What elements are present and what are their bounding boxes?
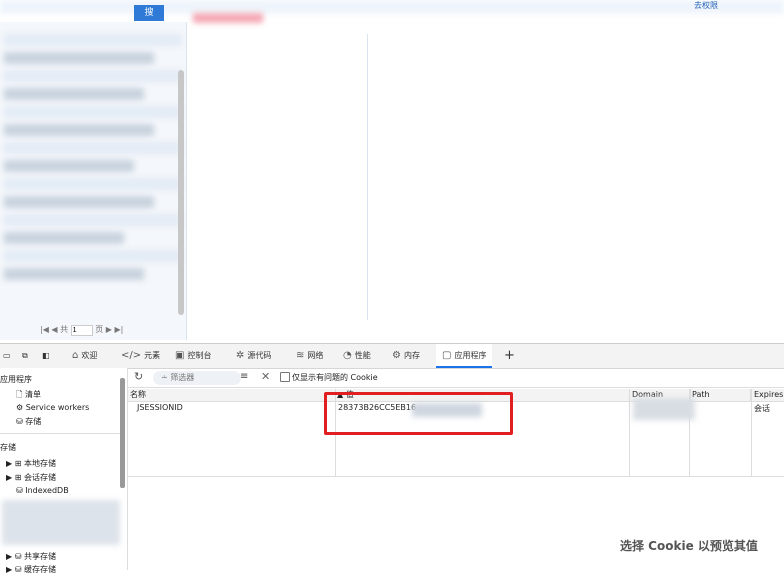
sidebar-divider xyxy=(0,433,120,434)
gear-icon: ⚙ xyxy=(16,403,26,412)
tab-memory[interactable]: ⚙ 内存 xyxy=(392,344,420,368)
home-icon: ⌂ xyxy=(72,350,79,361)
performance-icon: ◔ xyxy=(343,350,352,361)
sidebar-item-shared-storage[interactable]: ▶ ⛁ 共享存储 xyxy=(6,551,56,562)
devtools-toolbar: ▭ ⧉ ◧ ⌂ 欢迎 </> 元素 ▣ 控制台 ✲ 源代码 ≋ 网络 ◔ 性能 ⚙ 内存 ▢ 应… xyxy=(0,343,784,369)
database-icon: ⛁ xyxy=(14,552,24,561)
left-panel-scrollbar[interactable] xyxy=(178,70,184,315)
sidebar-scrollbar[interactable] xyxy=(120,378,125,488)
application-icon: ▢ xyxy=(442,350,452,361)
grid-icon: ⊞ xyxy=(14,459,24,468)
sidebar-item-manifest[interactable]: 🗋 清单 xyxy=(16,389,41,403)
tab-sources[interactable]: ✲ 源代码 xyxy=(236,344,271,368)
code-icon: </> xyxy=(121,350,142,361)
top-bar xyxy=(0,0,784,14)
sidebar-item-storage[interactable]: ⛁ 存储 xyxy=(16,416,41,427)
memory-icon: ⚙ xyxy=(392,350,401,361)
permission-link[interactable]: 去权限 xyxy=(694,0,718,11)
cookie-name-cell[interactable]: JSESSIONID xyxy=(137,403,183,412)
file-icon: 🗋 xyxy=(16,390,25,399)
grid-line xyxy=(629,389,630,476)
last-page-icon[interactable]: ▶| xyxy=(114,325,123,334)
first-page-icon[interactable]: |◀ xyxy=(40,325,49,334)
expand-icon: ▶ xyxy=(6,473,15,482)
device-icon[interactable]: ▭ xyxy=(3,344,11,368)
next-page-icon[interactable]: ▶ xyxy=(106,325,112,334)
web-page: 搜 去权限 |◀ ◀ 共 页 ▶ ▶| xyxy=(0,0,784,342)
dock-icon[interactable]: ◧ xyxy=(42,344,50,368)
cookie-filter-bar: ↻ ⩪ 筛选器 ≡ ✕ 仅显示有问题的 Cookie xyxy=(128,369,784,388)
tab-console[interactable]: ▣ 控制台 xyxy=(175,344,211,368)
bug-icon: ✲ xyxy=(236,350,245,361)
only-issues-checkbox[interactable] xyxy=(280,372,290,382)
sidebar-item-service-workers[interactable]: ⚙ Service workers xyxy=(16,403,89,412)
database-icon: ⛁ xyxy=(16,417,26,426)
preview-hint: 选择 Cookie 以预览其值 xyxy=(620,539,758,553)
inspect-icon[interactable]: ⧉ xyxy=(22,344,28,368)
sidebar-header-storage: 存储 xyxy=(0,443,16,452)
tab-network[interactable]: ≋ 网络 xyxy=(296,344,323,368)
pager-prefix: 共 xyxy=(60,325,69,334)
wifi-icon: ≋ xyxy=(296,350,305,361)
sidebar-item-local-storage[interactable]: ▶ ⊞ 本地存储 xyxy=(6,458,56,469)
expand-icon: ▶ xyxy=(6,552,15,561)
column-path[interactable]: Path xyxy=(690,389,751,401)
refresh-icon[interactable]: ↻ xyxy=(134,370,143,383)
clear-filtered-icon[interactable]: ≡ xyxy=(240,371,248,382)
column-expires[interactable]: Expires / ... xyxy=(752,389,784,401)
tab-application[interactable]: ▢ 应用程序 xyxy=(436,344,493,368)
blurred-rows xyxy=(0,22,186,292)
sidebar-header-application: 应用程序 xyxy=(0,375,32,384)
search-button[interactable]: 搜 xyxy=(134,5,164,21)
filter-input[interactable]: ⩪ 筛选器 xyxy=(153,371,241,385)
pager-suffix: 页 xyxy=(95,325,104,334)
add-tab-icon[interactable]: + xyxy=(504,344,515,368)
column-name[interactable]: 名称 xyxy=(128,389,336,401)
prev-page-icon[interactable]: ◀ xyxy=(51,325,57,334)
domain-blur xyxy=(633,398,695,420)
sidebar-item-indexeddb[interactable]: ⛁ IndexedDB xyxy=(16,486,69,495)
tab-elements[interactable]: </> 元素 xyxy=(121,344,160,368)
left-data-panel xyxy=(0,22,187,340)
console-icon: ▣ xyxy=(175,350,185,361)
tab-performance[interactable]: ◔ 性能 xyxy=(343,344,371,368)
grid-line xyxy=(751,389,752,476)
divider xyxy=(367,34,368,320)
pink-banner xyxy=(193,13,263,23)
database-icon: ⛁ xyxy=(16,486,26,495)
highlight-box xyxy=(324,392,513,435)
pager: |◀ ◀ 共 页 ▶ ▶| xyxy=(40,324,123,338)
sidebar-item-session-storage[interactable]: ▶ ⊞ 会话存储 xyxy=(6,472,56,483)
cookie-expires-cell[interactable]: 会话 xyxy=(754,403,770,414)
page-input[interactable] xyxy=(70,325,93,336)
grid-icon: ⊞ xyxy=(14,473,24,482)
clear-all-icon[interactable]: ✕ xyxy=(261,370,270,383)
tab-welcome[interactable]: ⌂ 欢迎 xyxy=(72,344,97,368)
expand-icon: ▶ xyxy=(6,459,15,468)
only-issues-label: 仅显示有问题的 Cookie xyxy=(292,373,378,382)
blurred-sidebar-items xyxy=(2,500,120,545)
